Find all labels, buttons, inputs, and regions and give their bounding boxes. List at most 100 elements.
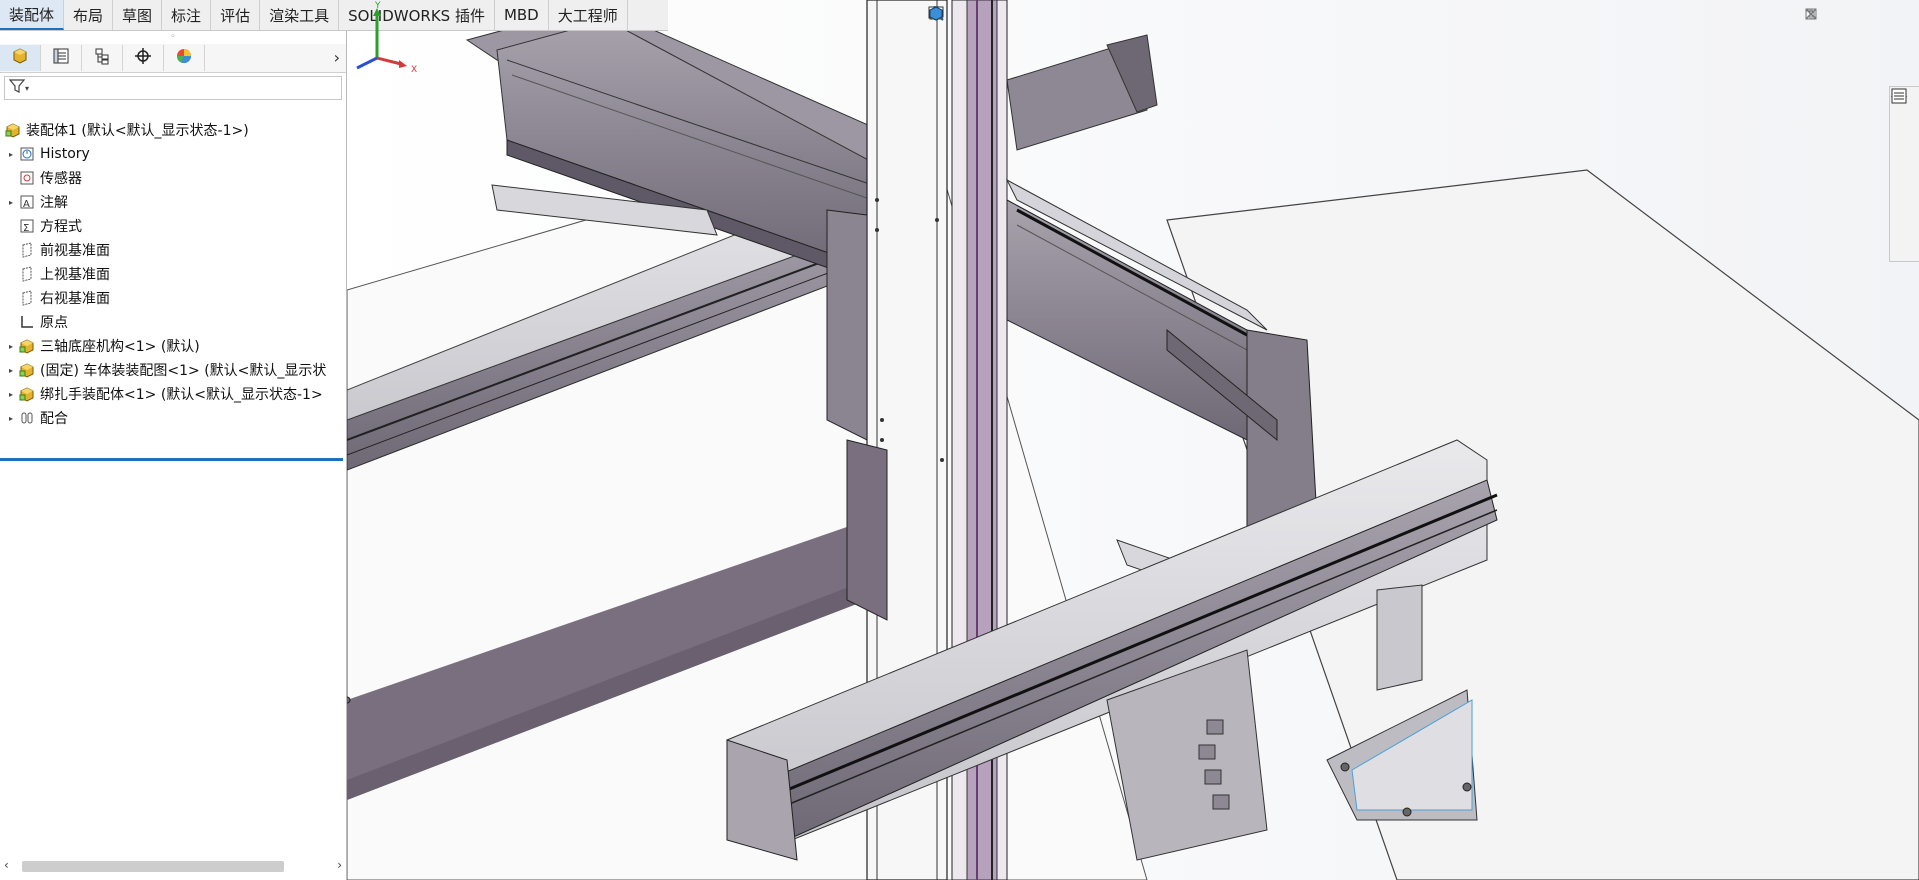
expand-arrow-icon[interactable]: ▸: [4, 342, 18, 351]
task-pane-tabs: [1889, 86, 1919, 262]
tree-item-label: 绑扎手装配体<1> (默认<默认_显示状态-1>: [40, 387, 323, 403]
tree-item-label: 方程式: [40, 219, 82, 235]
tile-right-icon[interactable]: [1805, 8, 1849, 22]
tree-item[interactable]: 上视基准面: [0, 262, 346, 286]
tree-horizontal-scrollbar[interactable]: ‹ ›: [0, 856, 346, 876]
hide-show-icon[interactable]: [928, 6, 1145, 28]
display-manager-tab[interactable]: [164, 45, 205, 71]
configuration-manager-tab[interactable]: [82, 45, 123, 71]
tab-2[interactable]: 草图: [113, 0, 163, 30]
tree-item[interactable]: 右视基准面: [0, 286, 346, 310]
history-icon: [18, 146, 36, 162]
tab-8[interactable]: 大工程师: [549, 0, 628, 30]
display-pane-icon[interactable]: [929, 6, 1257, 28]
section-view-icon[interactable]: [928, 6, 1033, 28]
triad-x-label: X: [411, 65, 417, 75]
tree-item[interactable]: ▸ 绑扎手装配体<1> (默认<默认_显示状态-1>: [0, 382, 346, 406]
tree-item-label: 配合: [40, 411, 68, 427]
tree-item-label: 原点: [40, 315, 68, 331]
feature-manager-tab[interactable]: [0, 45, 41, 71]
expand-arrow-icon[interactable]: ▸: [4, 390, 18, 399]
tree-item-label: 三轴底座机构<1> (默认): [40, 339, 200, 355]
scroll-right-icon[interactable]: ›: [337, 858, 342, 872]
sensor-icon: [18, 170, 36, 186]
apply-scene-icon[interactable]: [929, 6, 1201, 28]
tree-item-label: 传感器: [40, 171, 82, 187]
appearances-icon[interactable]: [1891, 89, 1916, 225]
zoom-area-icon[interactable]: [929, 6, 977, 28]
panel-more-button[interactable]: ›: [334, 48, 340, 67]
restore-icon[interactable]: [1805, 8, 1877, 22]
tree-item[interactable]: ▸ (固定) 车体装装配图<1> (默认<默认_显示状: [0, 358, 346, 382]
tab-3[interactable]: 标注: [162, 0, 212, 30]
tree-item-label: 注解: [40, 195, 68, 211]
view-settings-icon[interactable]: [928, 6, 1229, 28]
expand-arrow-icon[interactable]: ▸: [4, 366, 18, 375]
tab-0[interactable]: 装配体: [0, 0, 65, 30]
svg-text:Σ: Σ: [23, 223, 29, 234]
dimxpert-tab[interactable]: [123, 45, 164, 71]
custom-properties-icon[interactable]: [1891, 88, 1916, 253]
plane-icon: [18, 290, 36, 306]
tree-item[interactable]: ▸ 三轴底座机构<1> (默认): [0, 334, 346, 358]
tab-5[interactable]: 渲染工具: [260, 0, 340, 30]
subassembly-icon: [18, 338, 36, 354]
command-manager-tabs: 装配体 布局 草图 标注 评估 渲染工具 SOLIDWORKS 插件 MBD 大工程师: [0, 0, 668, 31]
expand-arrow-icon[interactable]: ▸: [4, 198, 18, 207]
graphics-area[interactable]: Y X: [347, 0, 1919, 880]
svg-text:A: A: [23, 199, 30, 210]
tab-7[interactable]: MBD: [495, 0, 549, 30]
tree-item[interactable]: ▸ History: [0, 142, 346, 166]
feature-manager-icon: [11, 47, 29, 69]
file-explorer-icon[interactable]: [1891, 91, 1916, 169]
display-style-icon[interactable]: [929, 6, 1117, 28]
assembly-model-render: [347, 0, 1919, 880]
plane-icon: [18, 266, 36, 282]
tree-items: ▸ History 传感器 ▸ A 注解 Σ 方程式前视基准面上视基准面右视基准面原点 ▸ 三轴底…: [0, 142, 346, 430]
display-manager-icon: [175, 47, 193, 69]
view-orientation-icon[interactable]: [929, 6, 1089, 28]
filter-icon: [8, 79, 26, 97]
tree-item[interactable]: ▸ A 注解: [0, 190, 346, 214]
tab-4[interactable]: 评估: [211, 0, 261, 30]
close-icon[interactable]: [1805, 8, 1905, 22]
view-palette-icon[interactable]: [1891, 89, 1916, 197]
heads-up-view-toolbar: [927, 4, 1257, 30]
tree-root-label: 装配体1 (默认<默认_显示状态-1>): [26, 123, 249, 139]
tree-root[interactable]: 装配体1 (默认<默认_显示状态-1>): [0, 118, 346, 142]
tab-1[interactable]: 布局: [64, 0, 114, 30]
feature-tree: 装配体1 (默认<默认_显示状态-1>) ▸ History 传感器 ▸ A 注解 Σ 方程式…: [0, 118, 346, 430]
tree-item-label: History: [40, 146, 90, 162]
origin-icon: [18, 314, 36, 330]
panel-grip[interactable]: ◦: [0, 30, 346, 44]
tree-item-label: (固定) 车体装装配图<1> (默认<默认_显示状: [40, 363, 327, 379]
scroll-left-icon[interactable]: ‹: [4, 858, 9, 872]
tree-item[interactable]: Σ 方程式: [0, 214, 346, 238]
previous-view-icon[interactable]: [929, 6, 1005, 28]
dynamic-annotation-icon[interactable]: [929, 6, 1061, 28]
coordinate-triad: Y X: [356, 1, 417, 75]
dimxpert-icon: [134, 47, 152, 69]
edit-appearance-icon[interactable]: [929, 6, 1173, 28]
tree-item-label: 前视基准面: [40, 243, 110, 259]
design-library-icon[interactable]: [1892, 89, 1916, 141]
tree-end-marker[interactable]: [0, 458, 343, 461]
assembly-icon: [4, 122, 22, 138]
tree-item[interactable]: 前视基准面: [0, 238, 346, 262]
tree-item-label: 右视基准面: [40, 291, 110, 307]
mates-icon: [18, 410, 36, 426]
tree-item[interactable]: 原点: [0, 310, 346, 334]
scrollbar-thumb[interactable]: [22, 861, 284, 872]
triad-y-label: Y: [374, 1, 381, 11]
document-window-controls: [1805, 8, 1905, 22]
filter-dropdown-icon[interactable]: ▾: [25, 84, 29, 93]
tree-item-label: 上视基准面: [40, 267, 110, 283]
tree-item[interactable]: 传感器: [0, 166, 346, 190]
expand-arrow-icon[interactable]: ▸: [4, 150, 18, 159]
expand-arrow-icon[interactable]: ▸: [4, 414, 18, 423]
tree-item[interactable]: ▸ 配合: [0, 406, 346, 430]
plane-icon: [18, 242, 36, 258]
feature-manager-panel: ◦ › ▾ 装配体1 (默认<默认_显示状态-1>) ▸ History 传感器…: [0, 30, 347, 880]
tree-filter[interactable]: ▾: [4, 76, 342, 100]
property-manager-tab[interactable]: [41, 45, 82, 71]
